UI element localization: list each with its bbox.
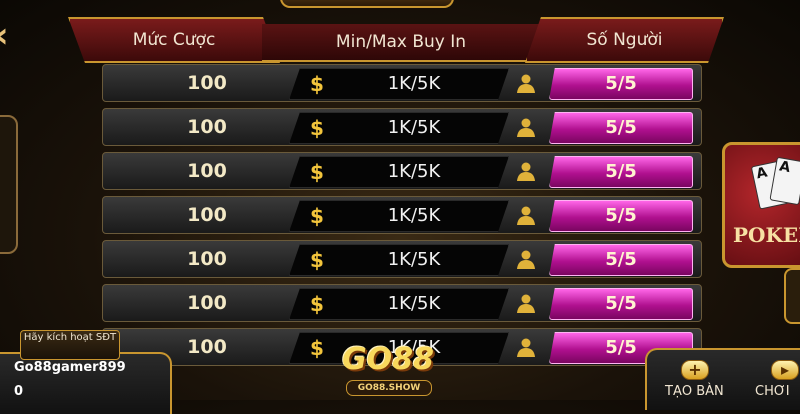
dollar-icon: $ [310, 160, 324, 184]
buyin-range: $ 1K/5K [289, 200, 509, 232]
back-button[interactable]: ‹ [0, 18, 22, 54]
player-icon [517, 162, 535, 181]
player-icon [517, 294, 535, 313]
buyin-range: $ 1K/5K [289, 288, 509, 320]
player-icon [517, 250, 535, 269]
right-side-tab[interactable] [784, 268, 800, 324]
dollar-icon: $ [310, 116, 324, 140]
player-icon [517, 118, 535, 137]
bet-amount: 100 [187, 292, 227, 314]
table-row[interactable]: 100 $ 1K/5K 5/5 [102, 196, 702, 234]
buyin-range: $ 1K/5K [289, 112, 509, 144]
logo-sub: GO88.SHOW [346, 380, 432, 396]
bet-amount: 100 [187, 116, 227, 138]
bet-amount: 100 [187, 160, 227, 182]
play-label: CHƠI [755, 384, 790, 399]
table-row[interactable]: 100 $ 1K/5K 5/5 [102, 152, 702, 190]
buyin-text: 1K/5K [387, 293, 441, 314]
chevron-left-icon: ‹ [0, 15, 9, 56]
bet-amount: 100 [187, 336, 227, 358]
table-row[interactable]: 100 $ 1K/5K 5/5 [102, 284, 702, 322]
buyin-text: 1K/5K [387, 117, 441, 138]
logo-main: GO88 [342, 342, 434, 377]
play-icon: ▸ [771, 360, 799, 380]
header-bet[interactable]: Mức Cược [68, 17, 280, 63]
bet-amount: 100 [187, 248, 227, 270]
dollar-icon: $ [310, 292, 324, 316]
dollar-icon: $ [310, 336, 324, 360]
buyin-text: 1K/5K [387, 161, 441, 182]
player-count: 5/5 [549, 244, 693, 276]
left-side-panel[interactable] [0, 115, 18, 254]
dollar-icon: $ [310, 72, 324, 96]
table-row[interactable]: 100 $ 1K/5K 5/5 [102, 64, 702, 102]
player-count: 5/5 [549, 156, 693, 188]
table-row[interactable]: 100 $ 1K/5K 5/5 [102, 240, 702, 278]
dollar-icon: $ [310, 204, 324, 228]
buyin-text: 1K/5K [387, 249, 441, 270]
go88-logo: GO88 GO88.SHOW [328, 330, 448, 400]
buyin-text: 1K/5K [387, 205, 441, 226]
create-table-label: TẠO BÀN [665, 384, 724, 399]
buyin-range: $ 1K/5K [289, 68, 509, 100]
buyin-text: 1K/5K [387, 73, 441, 94]
activate-phone-button[interactable]: Hãy kích hoạt SĐT [20, 330, 120, 360]
player-icon [517, 338, 535, 357]
dollar-icon: $ [310, 248, 324, 272]
create-table-button[interactable]: + TẠO BÀN [665, 360, 725, 400]
player-count: 5/5 [549, 200, 693, 232]
bet-amount: 100 [187, 204, 227, 226]
header-buyin[interactable]: Min/Max Buy In [262, 24, 540, 62]
username: Go88gamer899 [14, 360, 126, 375]
play-button[interactable]: ▸ CHƠI [755, 360, 800, 400]
player-count: 5/5 [549, 288, 693, 320]
buyin-range: $ 1K/5K [289, 156, 509, 188]
player-icon [517, 74, 535, 93]
plus-icon: + [681, 360, 709, 380]
poker-label: POKER [733, 223, 800, 247]
player-count: 5/5 [549, 112, 693, 144]
balance: 0 [14, 384, 24, 399]
buyin-range: $ 1K/5K [289, 244, 509, 276]
poker-game-banner[interactable]: A A POKER [722, 142, 800, 268]
header-players[interactable]: Số Người [525, 17, 724, 63]
table-row[interactable]: 100 $ 1K/5K 5/5 [102, 108, 702, 146]
player-count: 5/5 [549, 68, 693, 100]
player-icon [517, 206, 535, 225]
bet-amount: 100 [187, 72, 227, 94]
top-ornament [280, 0, 454, 8]
